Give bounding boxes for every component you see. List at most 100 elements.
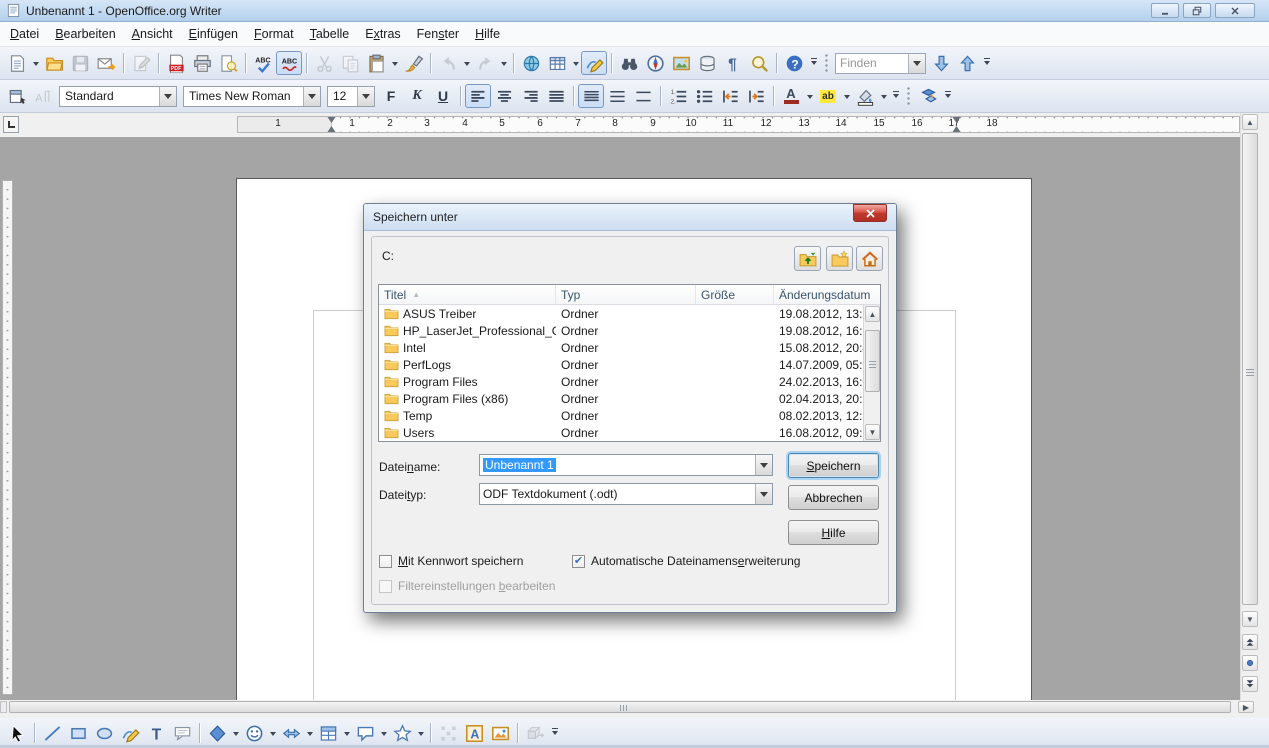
paste-button[interactable] (363, 51, 389, 75)
formatting-overflow-button[interactable] (889, 84, 902, 108)
filename-value[interactable]: Unbenannt 1 (480, 458, 755, 472)
align-justified-button[interactable] (543, 84, 569, 108)
mini-toolbar-handle[interactable] (906, 86, 911, 106)
file-row[interactable]: Program Files (x86) Ordner 02.04.2013, 2… (379, 390, 880, 407)
basic-shapes-button[interactable] (204, 721, 230, 745)
auto-spellcheck-button[interactable] (276, 51, 302, 75)
line-spacing-1-button[interactable] (578, 84, 604, 108)
line-spacing-15-button[interactable] (604, 84, 630, 108)
open-button[interactable] (41, 51, 67, 75)
menu-tabelle[interactable]: Tabelle (302, 23, 358, 45)
minimize-button[interactable] (1151, 3, 1179, 18)
up-one-level-button[interactable] (794, 246, 821, 271)
checkbox-box[interactable] (379, 555, 392, 568)
background-color-dropdown[interactable] (878, 84, 889, 108)
default-directory-button[interactable] (856, 246, 883, 271)
text-tool-button[interactable] (143, 721, 169, 745)
vertical-scrollbar[interactable]: ▲ ▼ (1240, 113, 1258, 700)
font-name-value[interactable]: Times New Roman (184, 89, 303, 103)
file-row[interactable]: PerfLogs Ordner 14.07.2009, 05:2 (379, 356, 880, 373)
block-arrows-dropdown[interactable] (304, 721, 315, 745)
flowchart-dropdown[interactable] (341, 721, 352, 745)
column-header-title[interactable]: Titel ▲ (379, 285, 556, 304)
vertical-scrollbar-thumb[interactable] (1242, 133, 1258, 605)
menu-extras[interactable]: Extras (357, 23, 408, 45)
gallery-button[interactable] (668, 51, 694, 75)
decrease-indent-button[interactable] (717, 84, 743, 108)
filename-dropdown-button[interactable] (755, 455, 772, 475)
column-header-size[interactable]: Größe (696, 285, 774, 304)
ellipse-tool-button[interactable] (91, 721, 117, 745)
find-dropdown-button[interactable] (908, 54, 925, 73)
dialog-close-button[interactable] (853, 204, 887, 222)
highlighting-dropdown[interactable] (841, 84, 852, 108)
save-button-toolbar[interactable] (67, 51, 93, 75)
column-header-date[interactable]: Änderungsdatum (774, 285, 880, 304)
fontwork-gallery-button[interactable] (461, 721, 487, 745)
undo-button[interactable] (435, 51, 461, 75)
insert-table-button[interactable] (544, 51, 570, 75)
align-right-button[interactable] (517, 84, 543, 108)
zoom-button[interactable] (746, 51, 772, 75)
filename-selected-text[interactable]: Unbenannt 1 (483, 458, 556, 472)
file-row[interactable]: Temp Ordner 08.02.2013, 12:3 (379, 407, 880, 424)
navigation-button[interactable] (1242, 655, 1258, 671)
highlighting-button[interactable]: ab (815, 84, 841, 108)
file-list-scroll-down[interactable]: ▼ (865, 424, 880, 440)
stars-button[interactable] (389, 721, 415, 745)
select-tool-button[interactable] (4, 721, 30, 745)
checkbox-save-with-password[interactable]: Mit Kennwort speichern (379, 554, 523, 568)
page-preview-button[interactable] (215, 51, 241, 75)
line-tool-button[interactable] (39, 721, 65, 745)
vertical-ruler[interactable] (2, 180, 13, 695)
stars-dropdown[interactable] (415, 721, 426, 745)
align-left-button[interactable] (465, 84, 491, 108)
close-button[interactable] (1215, 3, 1255, 18)
numbered-list-button[interactable] (665, 84, 691, 108)
file-list-scrollbar-thumb[interactable] (865, 330, 880, 392)
redo-dropdown[interactable] (498, 51, 509, 75)
create-new-folder-button[interactable] (826, 246, 853, 271)
restore-button[interactable] (1183, 3, 1211, 18)
paragraph-style-dropdown[interactable] (159, 87, 176, 106)
email-button[interactable] (93, 51, 119, 75)
font-name-dropdown[interactable] (303, 87, 320, 106)
find-replace-button[interactable] (616, 51, 642, 75)
italic-button[interactable]: K (404, 84, 430, 108)
new-document-button[interactable] (4, 51, 30, 75)
file-row[interactable]: Program Files Ordner 24.02.2013, 16:0 (379, 373, 880, 390)
find-input[interactable] (836, 54, 908, 73)
menu-einfuegen[interactable]: Einfügen (181, 23, 246, 45)
tab-stop-selector[interactable] (3, 116, 19, 133)
extrusion-button[interactable] (522, 721, 548, 745)
scroll-up-button[interactable]: ▲ (1242, 114, 1258, 130)
spellcheck-button[interactable] (250, 51, 276, 75)
underline-button[interactable]: U (430, 84, 456, 108)
callouts-button[interactable] (352, 721, 378, 745)
symbol-shapes-dropdown[interactable] (267, 721, 278, 745)
indent-marker-right[interactable] (953, 117, 962, 132)
new-document-dropdown[interactable] (30, 51, 41, 75)
callouts-dropdown[interactable] (378, 721, 389, 745)
data-sources-button[interactable] (694, 51, 720, 75)
text-callout-tool-button[interactable] (169, 721, 195, 745)
character-style-button[interactable] (30, 84, 56, 108)
cut-button[interactable] (311, 51, 337, 75)
edit-points-button[interactable] (435, 721, 461, 745)
scroll-right-button[interactable]: ▶ (1238, 701, 1254, 713)
edit-points-mode-button[interactable] (915, 84, 941, 108)
horizontal-scrollbar-thumb[interactable] (9, 701, 1231, 713)
checkbox-box-checked[interactable] (572, 555, 585, 568)
column-header-type[interactable]: Typ (556, 285, 696, 304)
styles-window-button[interactable] (4, 84, 30, 108)
find-toolbar-handle[interactable] (824, 53, 829, 73)
file-row[interactable]: ASUS Treiber Ordner 19.08.2012, 13:2 (379, 305, 880, 322)
bullet-list-button[interactable] (691, 84, 717, 108)
paste-dropdown[interactable] (389, 51, 400, 75)
increase-indent-button[interactable] (743, 84, 769, 108)
checkbox-auto-filename-extension[interactable]: Automatische Dateinamenserweiterung (572, 554, 800, 568)
dialog-title-bar[interactable]: Speichern unter (364, 204, 896, 231)
find-previous-button[interactable] (954, 51, 980, 75)
file-list-scrollbar[interactable]: ▲ ▼ (863, 305, 880, 441)
font-color-dropdown[interactable] (804, 84, 815, 108)
